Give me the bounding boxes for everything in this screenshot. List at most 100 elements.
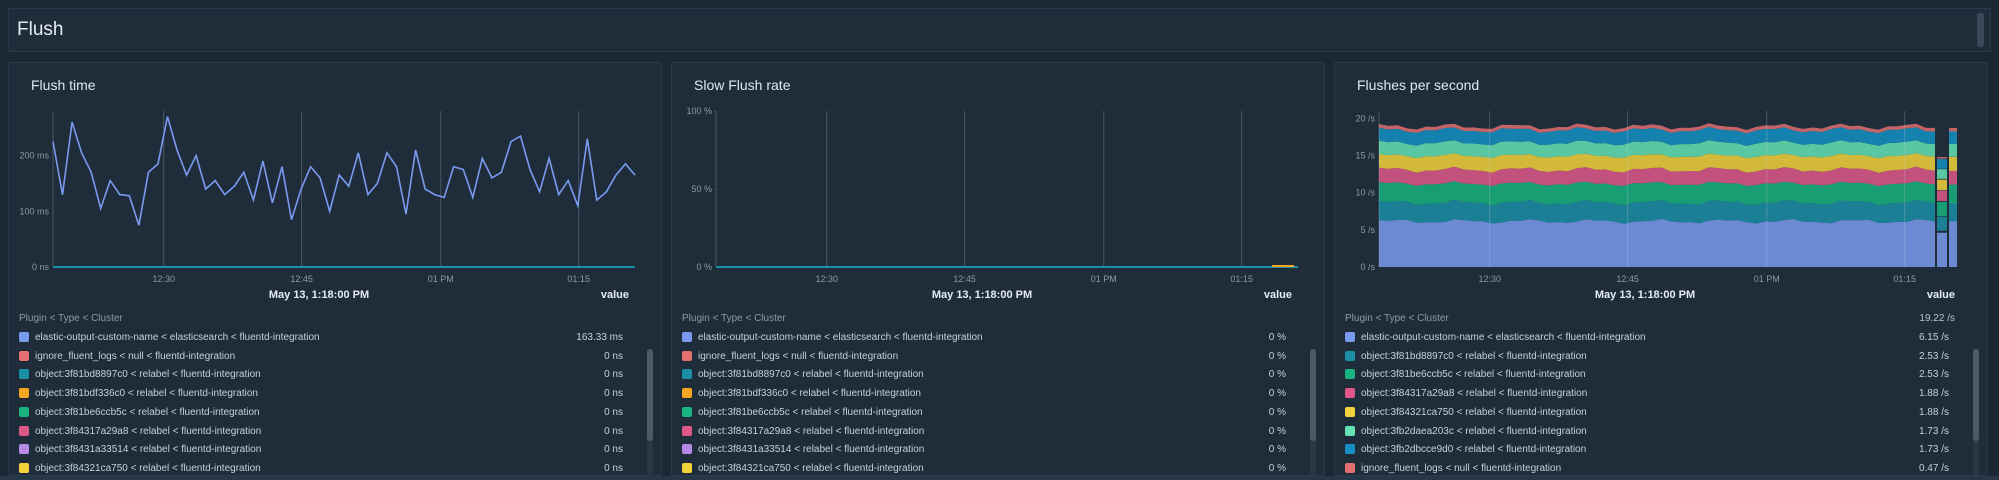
legend-label[interactable]: object:3f84321ca750 < relabel < fluentd-… <box>1361 407 1587 418</box>
legend-label[interactable]: object:3f84321ca750 < relabel < fluentd-… <box>698 463 924 474</box>
legend-swatch[interactable] <box>19 350 29 361</box>
flush-row-header[interactable]: Flush <box>8 8 1991 52</box>
legend-label[interactable]: object:3f81be6ccb5c < relabel < fluentd-… <box>698 407 923 418</box>
legend-swatch[interactable] <box>1345 425 1355 436</box>
legend-row[interactable]: object:3f81bd8897c0 < relabel < fluentd-… <box>682 366 1296 384</box>
scrollbar-thumb[interactable] <box>647 349 653 441</box>
legend-swatch[interactable] <box>1345 350 1355 361</box>
legend-swatch[interactable] <box>19 462 29 473</box>
legend-label[interactable]: ignore_fluent_logs < null < fluentd-inte… <box>1361 463 1561 474</box>
legend-row[interactable]: object:3f81be6ccb5c < relabel < fluentd-… <box>682 404 1296 422</box>
legend-table[interactable]: Plugin < Type < Cluster elastic-output-c… <box>672 307 1324 475</box>
legend-label[interactable]: object:3f84317a29a8 < relabel < fluentd-… <box>35 426 261 437</box>
legend-row[interactable]: elastic-output-custom-name < elasticsear… <box>19 329 633 347</box>
legend-value: 0 % <box>1268 462 1286 474</box>
legend-row[interactable]: object:3f84321ca750 < relabel < fluentd-… <box>682 460 1296 475</box>
legend-row[interactable]: object:3f84317a29a8 < relabel < fluentd-… <box>682 423 1296 441</box>
legend-swatch[interactable] <box>1345 388 1355 399</box>
legend-row[interactable]: object:3fb2dbcce9d0 < relabel < fluentd-… <box>1345 441 1959 459</box>
legend-row[interactable]: object:3f81bdf336c0 < relabel < fluentd-… <box>682 385 1296 403</box>
scrollbar-thumb[interactable] <box>1973 349 1979 441</box>
legend-label[interactable]: object:3fb2dbcce9d0 < relabel < fluentd-… <box>1361 444 1586 455</box>
stacked-area-tail <box>1937 179 1947 191</box>
legend-row[interactable]: ignore_fluent_logs < null < fluentd-inte… <box>682 348 1296 366</box>
legend-label[interactable]: object:3f8431a33514 < relabel < fluentd-… <box>698 444 924 455</box>
legend-row[interactable]: object:3f84317a29a8 < relabel < fluentd-… <box>19 423 633 441</box>
legend-label[interactable]: object:3fb2daea203c < relabel < fluentd-… <box>1361 426 1587 437</box>
legend-label[interactable]: object:3f84317a29a8 < relabel < fluentd-… <box>1361 388 1587 399</box>
legend-swatch[interactable] <box>1345 406 1355 417</box>
legend-row[interactable]: object:3f84321ca750 < relabel < fluentd-… <box>1345 404 1959 422</box>
panel-title[interactable]: Slow Flush rate <box>694 77 790 93</box>
legend-swatch[interactable] <box>19 369 29 380</box>
legend-swatch[interactable] <box>682 462 692 473</box>
legend-label[interactable]: object:3f84317a29a8 < relabel < fluentd-… <box>698 426 924 437</box>
legend-scrollbar[interactable] <box>1973 349 1979 475</box>
legend-swatch[interactable] <box>19 332 29 342</box>
legend-swatch[interactable] <box>682 332 692 342</box>
legend-row[interactable]: object:3f8431a33514 < relabel < fluentd-… <box>19 441 633 459</box>
legend-label[interactable]: object:3f81bd8897c0 < relabel < fluentd-… <box>698 369 924 380</box>
flushes-chart-svg[interactable]: 12:30 12:45 01 PM 01:15 0 /s 5 /s 10 /s 15 /s 20… <box>1335 103 1988 293</box>
legend-label[interactable]: object:3f8431a33514 < relabel < fluentd-… <box>35 444 261 455</box>
legend-row[interactable]: elastic-output-custom-name < elasticsear… <box>1345 329 1959 347</box>
panel-flushes-per-second[interactable]: Flushes per second 12:30 12:45 01 PM 01:15 0… <box>1334 62 1988 476</box>
value-header[interactable]: value <box>601 289 629 301</box>
legend-swatch[interactable] <box>682 350 692 361</box>
legend-swatch[interactable] <box>1345 444 1355 455</box>
legend-swatch[interactable] <box>1345 332 1355 342</box>
legend-label[interactable]: elastic-output-custom-name < elasticsear… <box>698 332 983 343</box>
legend-scrollbar[interactable] <box>1310 349 1316 475</box>
legend-scrollbar[interactable] <box>647 349 653 475</box>
legend-row[interactable]: object:3f81bd8897c0 < relabel < fluentd-… <box>1345 348 1959 366</box>
legend-row[interactable]: object:3f8431a33514 < relabel < fluentd-… <box>682 441 1296 459</box>
legend-label[interactable]: object:3f84321ca750 < relabel < fluentd-… <box>35 463 261 474</box>
legend-swatch[interactable] <box>1345 369 1355 380</box>
legend-label[interactable]: object:3f81be6ccb5c < relabel < fluentd-… <box>35 407 260 418</box>
legend-row[interactable]: ignore_fluent_logs < null < fluentd-inte… <box>1345 460 1959 475</box>
legend-label[interactable]: elastic-output-custom-name < elasticsear… <box>35 332 320 343</box>
legend-swatch[interactable] <box>682 425 692 436</box>
panel-flush-time[interactable]: Flush time 12:30 12:45 01 PM 01:15 0 ns 100 m… <box>8 62 662 476</box>
legend-swatch[interactable] <box>682 369 692 380</box>
legend-label[interactable]: ignore_fluent_logs < null < fluentd-inte… <box>35 351 235 362</box>
legend-swatch[interactable] <box>19 425 29 436</box>
legend-row[interactable]: object:3f81bdf336c0 < relabel < fluentd-… <box>19 385 633 403</box>
panel-title[interactable]: Flush time <box>31 77 96 93</box>
stacked-area-tail <box>1937 232 1947 267</box>
legend-label[interactable]: object:3f81bdf336c0 < relabel < fluentd-… <box>698 388 921 399</box>
legend-label[interactable]: object:3f81be6ccb5c < relabel < fluentd-… <box>1361 369 1586 380</box>
legend-row[interactable]: object:3f81be6ccb5c < relabel < fluentd-… <box>1345 366 1959 384</box>
value-header[interactable]: value <box>1927 289 1955 301</box>
legend-row[interactable]: object:3fb2daea203c < relabel < fluentd-… <box>1345 423 1959 441</box>
legend-row[interactable]: object:3f84321ca750 < relabel < fluentd-… <box>19 460 633 475</box>
legend-swatch[interactable] <box>19 388 29 399</box>
row-scrollbar[interactable] <box>1977 13 1984 47</box>
stacked-area-tail <box>1949 127 1957 132</box>
legend-swatch[interactable] <box>19 444 29 455</box>
legend-row[interactable]: ignore_fluent_logs < null < fluentd-inte… <box>19 348 633 366</box>
legend-label[interactable]: object:3f81bdf336c0 < relabel < fluentd-… <box>35 388 258 399</box>
legend-swatch[interactable] <box>682 406 692 417</box>
legend-row[interactable]: elastic-output-custom-name < elasticsear… <box>682 329 1296 347</box>
legend-swatch[interactable] <box>682 388 692 399</box>
legend-swatch[interactable] <box>19 406 29 417</box>
legend-label[interactable]: elastic-output-custom-name < elasticsear… <box>1361 332 1646 343</box>
legend-label[interactable]: ignore_fluent_logs < null < fluentd-inte… <box>698 351 898 362</box>
slow-flush-chart-svg[interactable]: 12:30 12:45 01 PM 01:15 0 % 50 % 100 % <box>672 103 1325 293</box>
panel-slow-flush-rate[interactable]: Slow Flush rate 12:30 12:45 01 PM 01:15 0 % 5… <box>671 62 1325 476</box>
scrollbar-thumb[interactable] <box>1310 349 1316 441</box>
legend-value: 0 % <box>1268 332 1286 343</box>
legend-label[interactable]: object:3f81bd8897c0 < relabel < fluentd-… <box>35 369 261 380</box>
legend-table[interactable]: Plugin < Type < Cluster elastic-output-c… <box>9 307 661 475</box>
value-header[interactable]: value <box>1264 289 1292 301</box>
legend-row[interactable]: object:3f84317a29a8 < relabel < fluentd-… <box>1345 385 1959 403</box>
legend-swatch[interactable] <box>682 444 692 455</box>
legend-label[interactable]: object:3f81bd8897c0 < relabel < fluentd-… <box>1361 351 1587 362</box>
legend-swatch[interactable] <box>1345 462 1355 473</box>
legend-row[interactable]: object:3f81bd8897c0 < relabel < fluentd-… <box>19 366 633 384</box>
legend-row[interactable]: object:3f81be6ccb5c < relabel < fluentd-… <box>19 404 633 422</box>
flush-time-chart-svg[interactable]: 12:30 12:45 01 PM 01:15 0 ns 100 ms 200 ms <box>9 103 662 293</box>
legend-table[interactable]: Plugin < Type < Cluster 19.22 /s elastic… <box>1335 307 1987 475</box>
panel-title[interactable]: Flushes per second <box>1357 77 1479 93</box>
